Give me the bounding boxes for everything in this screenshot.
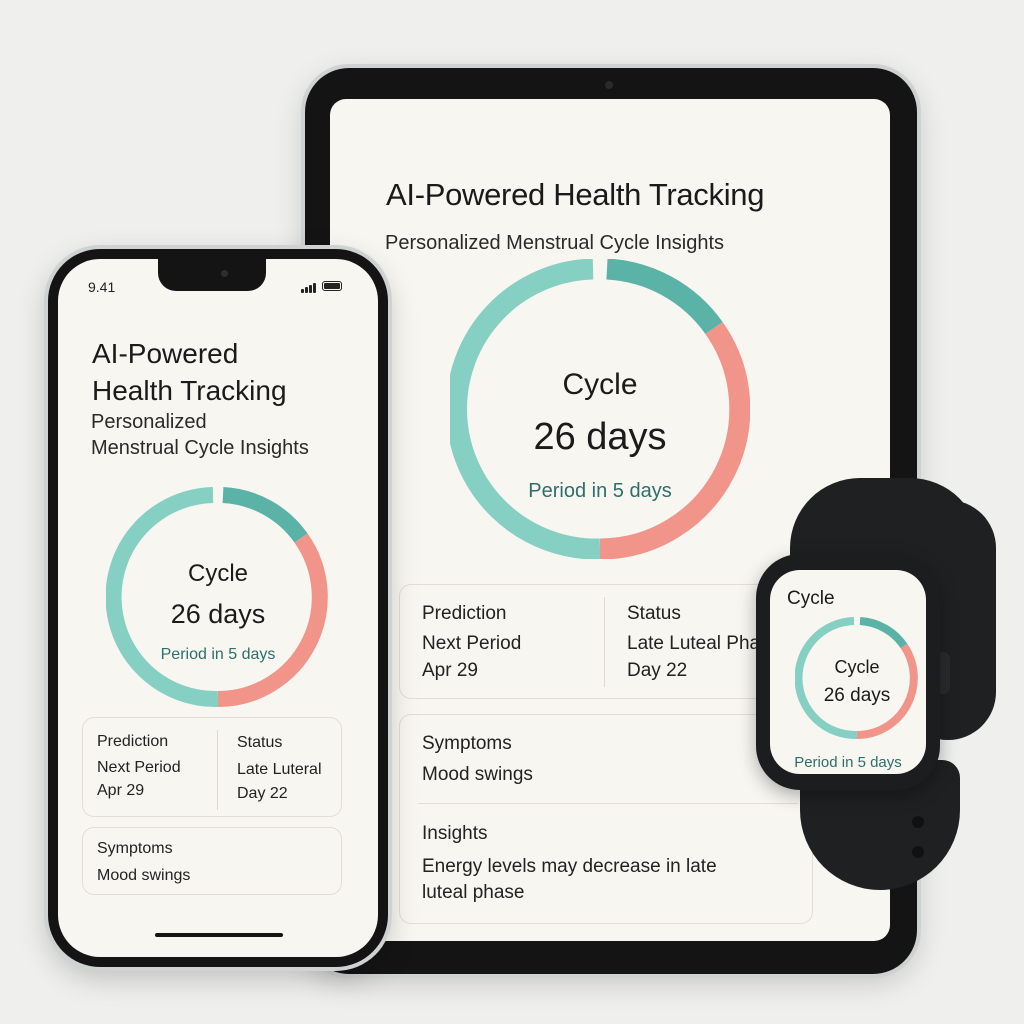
tablet-cycle-days: 26 days xyxy=(533,416,666,458)
watch-device: Cycle Cycle 26 days Period in 5 days xyxy=(756,554,940,790)
symptoms-heading: Symptoms xyxy=(97,840,173,857)
home-indicator[interactable] xyxy=(155,933,283,937)
tablet-page-title: AI-Powered Health Tracking xyxy=(386,177,765,212)
tablet-prediction-status-card[interactable]: Prediction Next Period Apr 29 Status Lat… xyxy=(399,584,801,699)
watch-cycle-label: Cycle xyxy=(834,657,879,677)
next-period-date: Apr 29 xyxy=(97,782,145,799)
symptoms-value: Mood swings xyxy=(97,867,191,884)
ring-segment-light xyxy=(106,487,219,708)
strap-hole xyxy=(912,816,924,828)
prediction-heading: Prediction xyxy=(97,733,169,750)
strap-hole xyxy=(912,846,924,858)
phone-device: 9.41 AI-Powered Health Tracking Personal… xyxy=(48,249,388,967)
ring-segment-dark xyxy=(222,487,308,543)
status-heading: Status xyxy=(237,734,283,751)
status-day: Day 22 xyxy=(237,785,288,802)
next-period-label: Next Period xyxy=(422,633,522,654)
phone-cycle-days: 26 days xyxy=(171,599,266,629)
phone-notch xyxy=(158,259,266,291)
ring-segment-dark xyxy=(606,259,723,335)
battery-icon xyxy=(322,281,342,291)
card-divider xyxy=(604,597,605,687)
status-bar-time: 9.41 xyxy=(88,279,116,295)
watch-screen: Cycle Cycle 26 days Period in 5 days xyxy=(770,570,926,774)
ring-segment-dark xyxy=(859,617,908,649)
phone-screen: 9.41 AI-Powered Health Tracking Personal… xyxy=(58,259,378,957)
phone-cycle-ring: Cycle 26 days Period in 5 days xyxy=(106,487,328,708)
phone-page-subtitle: Personalized Menstrual Cycle Insights xyxy=(91,409,351,461)
tablet-cycle-label: Cycle xyxy=(562,368,637,401)
insights-line-1: Energy levels may decrease in late xyxy=(422,856,717,877)
tablet-symptoms-insights-card[interactable]: Symptoms Mood swings Insights Energy lev… xyxy=(399,714,813,924)
ring-segment-light xyxy=(795,617,858,740)
prediction-heading: Prediction xyxy=(422,603,507,624)
phone-page-title: AI-Powered Health Tracking xyxy=(92,335,352,409)
tablet-period-countdown: Period in 5 days xyxy=(528,480,671,502)
watch-cycle-days: 26 days xyxy=(824,685,891,706)
front-camera xyxy=(221,270,228,277)
phone-period-countdown: Period in 5 days xyxy=(161,646,276,663)
status-phase: Late Luteral xyxy=(237,761,322,778)
card-divider xyxy=(217,730,218,810)
watch-period-countdown: Period in 5 days xyxy=(794,754,902,771)
status-phase: Late Luteal Phat xyxy=(627,633,766,654)
insights-heading: Insights xyxy=(422,823,488,844)
phone-title-line-2: Health Tracking xyxy=(92,375,287,406)
tablet-page-subtitle: Personalized Menstrual Cycle Insights xyxy=(385,232,725,254)
card-divider xyxy=(418,803,798,804)
status-heading: Status xyxy=(627,603,681,624)
symptoms-value: Mood swings xyxy=(422,764,533,785)
phone-subtitle-line-1: Personalized xyxy=(91,411,207,433)
signal-icon xyxy=(301,283,317,293)
insights-line-2: luteal phase xyxy=(422,882,525,903)
watch-cycle-ring: Cycle 26 days xyxy=(795,617,918,740)
tablet-cycle-ring: Cycle 26 days Period in 5 days xyxy=(450,259,750,559)
phone-prediction-status-card[interactable]: Prediction Next Period Apr 29 Status Lat… xyxy=(82,717,342,817)
next-period-date: Apr 29 xyxy=(422,660,478,681)
status-day: Day 22 xyxy=(627,660,688,681)
phone-subtitle-line-2: Menstrual Cycle Insights xyxy=(91,437,309,459)
watch-title: Cycle xyxy=(787,588,835,609)
symptoms-heading: Symptoms xyxy=(422,733,512,754)
phone-title-line-1: AI-Powered xyxy=(92,338,239,369)
tablet-camera xyxy=(605,81,613,89)
ring-segment-light xyxy=(450,259,601,559)
next-period-label: Next Period xyxy=(97,759,181,776)
phone-cycle-label: Cycle xyxy=(188,560,248,587)
phone-symptoms-card[interactable]: Symptoms Mood swings xyxy=(82,827,342,895)
